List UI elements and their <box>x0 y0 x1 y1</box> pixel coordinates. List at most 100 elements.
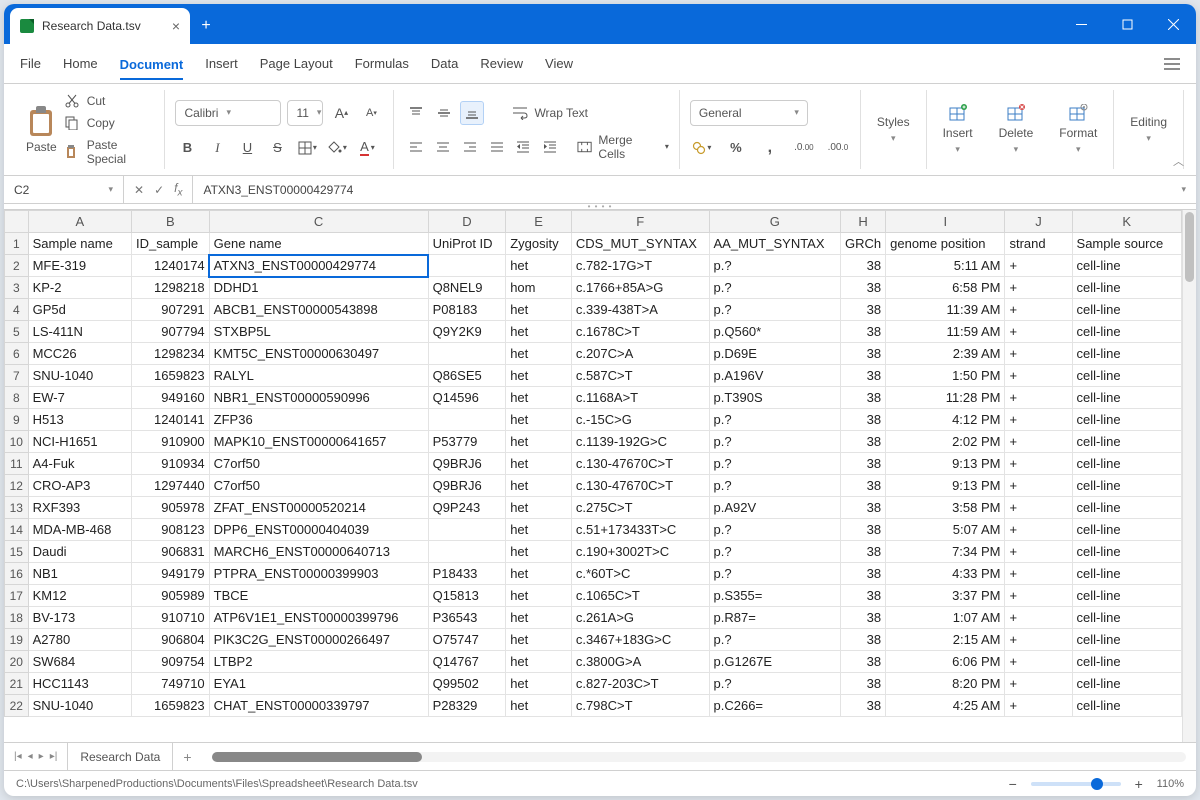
row-header[interactable]: 13 <box>5 497 29 519</box>
cell[interactable] <box>428 343 506 365</box>
row-header[interactable]: 10 <box>5 431 29 453</box>
cell[interactable]: 8:20 PM <box>886 673 1005 695</box>
fill-color-icon[interactable]: ▾ <box>325 136 349 160</box>
zoom-in-button[interactable]: + <box>1131 776 1147 792</box>
vertical-scrollbar[interactable] <box>1182 210 1196 742</box>
cell[interactable]: SNU-1040 <box>28 695 131 717</box>
cell[interactable]: + <box>1005 321 1072 343</box>
row-header[interactable]: 1 <box>5 233 29 255</box>
add-sheet-button[interactable]: + <box>173 749 201 765</box>
cell[interactable]: Daudi <box>28 541 131 563</box>
menu-file[interactable]: File <box>20 54 41 73</box>
row-header[interactable]: 8 <box>5 387 29 409</box>
cell[interactable]: cell-line <box>1072 541 1181 563</box>
cell[interactable]: cell-line <box>1072 497 1181 519</box>
cell[interactable]: MAPK10_ENST00000641657 <box>209 431 428 453</box>
cell[interactable]: c.1065C>T <box>571 585 709 607</box>
cell[interactable]: 4:25 AM <box>886 695 1005 717</box>
column-header[interactable]: F <box>571 211 709 233</box>
select-all-corner[interactable] <box>5 211 29 233</box>
document-tab[interactable]: Research Data.tsv × <box>10 8 190 44</box>
menu-insert[interactable]: Insert <box>205 54 238 73</box>
cell[interactable]: + <box>1005 629 1072 651</box>
maximize-button[interactable] <box>1104 4 1150 44</box>
cell[interactable]: p.? <box>709 541 841 563</box>
cell[interactable]: cell-line <box>1072 255 1181 277</box>
cell[interactable]: 949179 <box>131 563 209 585</box>
cell[interactable]: TBCE <box>209 585 428 607</box>
halign-right-icon[interactable] <box>458 135 481 159</box>
cell[interactable]: RXF393 <box>28 497 131 519</box>
italic-icon[interactable]: I <box>205 136 229 160</box>
cell[interactable]: + <box>1005 497 1072 519</box>
cell[interactable]: p.? <box>709 629 841 651</box>
cell[interactable]: 38 <box>841 607 886 629</box>
cell[interactable]: p.? <box>709 277 841 299</box>
row-header[interactable]: 19 <box>5 629 29 651</box>
cell[interactable]: + <box>1005 431 1072 453</box>
cell[interactable]: ATP6V1E1_ENST00000399796 <box>209 607 428 629</box>
underline-icon[interactable]: U <box>235 136 259 160</box>
cell[interactable]: c.798C>T <box>571 695 709 717</box>
cell[interactable]: 11:59 AM <box>886 321 1005 343</box>
cell[interactable]: 38 <box>841 475 886 497</box>
cell[interactable]: + <box>1005 541 1072 563</box>
cell[interactable]: het <box>506 343 572 365</box>
cell[interactable]: 38 <box>841 519 886 541</box>
cell[interactable]: + <box>1005 299 1072 321</box>
menu-review[interactable]: Review <box>480 54 523 73</box>
cell[interactable]: NB1 <box>28 563 131 585</box>
cell[interactable]: het <box>506 585 572 607</box>
cell[interactable]: NCI-H1651 <box>28 431 131 453</box>
cell[interactable]: 11:28 PM <box>886 387 1005 409</box>
row-header[interactable]: 15 <box>5 541 29 563</box>
cell[interactable]: c.339-438T>A <box>571 299 709 321</box>
cell[interactable]: cell-line <box>1072 695 1181 717</box>
wrap-text-button[interactable]: Wrap Text <box>512 101 588 125</box>
cell[interactable]: het <box>506 563 572 585</box>
cell[interactable]: P28329 <box>428 695 506 717</box>
cell[interactable]: p.Q560* <box>709 321 841 343</box>
cell[interactable]: het <box>506 651 572 673</box>
cell[interactable]: cell-line <box>1072 431 1181 453</box>
row-header[interactable]: 9 <box>5 409 29 431</box>
cell[interactable]: c.1678C>T <box>571 321 709 343</box>
cell[interactable]: p.A92V <box>709 497 841 519</box>
cell[interactable]: 749710 <box>131 673 209 695</box>
cell[interactable]: H513 <box>28 409 131 431</box>
cell[interactable]: p.T390S <box>709 387 841 409</box>
font-size-dropdown[interactable]: 11▾ <box>287 100 323 126</box>
cell[interactable]: Q14596 <box>428 387 506 409</box>
column-header[interactable]: E <box>506 211 572 233</box>
cell[interactable]: 38 <box>841 365 886 387</box>
paste-button[interactable]: Paste <box>26 106 57 154</box>
cell[interactable]: het <box>506 497 572 519</box>
borders-icon[interactable]: ▾ <box>295 136 319 160</box>
column-header[interactable]: D <box>428 211 506 233</box>
cell[interactable]: p.? <box>709 519 841 541</box>
cell[interactable]: SW684 <box>28 651 131 673</box>
cell[interactable]: cell-line <box>1072 299 1181 321</box>
row-header[interactable]: 7 <box>5 365 29 387</box>
decrease-font-icon[interactable]: A▾ <box>359 101 383 125</box>
decrease-decimal-icon[interactable]: .00.0 <box>826 136 850 160</box>
paste-special-button[interactable]: Paste Special <box>65 138 155 166</box>
cell[interactable]: 908123 <box>131 519 209 541</box>
cell[interactable]: + <box>1005 365 1072 387</box>
cell[interactable]: 38 <box>841 673 886 695</box>
cell[interactable]: P36543 <box>428 607 506 629</box>
menu-page-layout[interactable]: Page Layout <box>260 54 333 73</box>
cell[interactable]: 907291 <box>131 299 209 321</box>
menu-formulas[interactable]: Formulas <box>355 54 409 73</box>
cell[interactable]: 1:07 AM <box>886 607 1005 629</box>
cell[interactable]: p.C266= <box>709 695 841 717</box>
cell[interactable]: 909754 <box>131 651 209 673</box>
cell[interactable]: CHAT_ENST00000339797 <box>209 695 428 717</box>
column-header[interactable]: G <box>709 211 841 233</box>
row-header[interactable]: 20 <box>5 651 29 673</box>
cell[interactable]: c.*60T>C <box>571 563 709 585</box>
row-header[interactable]: 11 <box>5 453 29 475</box>
cell[interactable]: p.? <box>709 299 841 321</box>
fx-icon[interactable]: fx <box>174 181 182 198</box>
header-cell[interactable]: Zygosity <box>506 233 572 255</box>
